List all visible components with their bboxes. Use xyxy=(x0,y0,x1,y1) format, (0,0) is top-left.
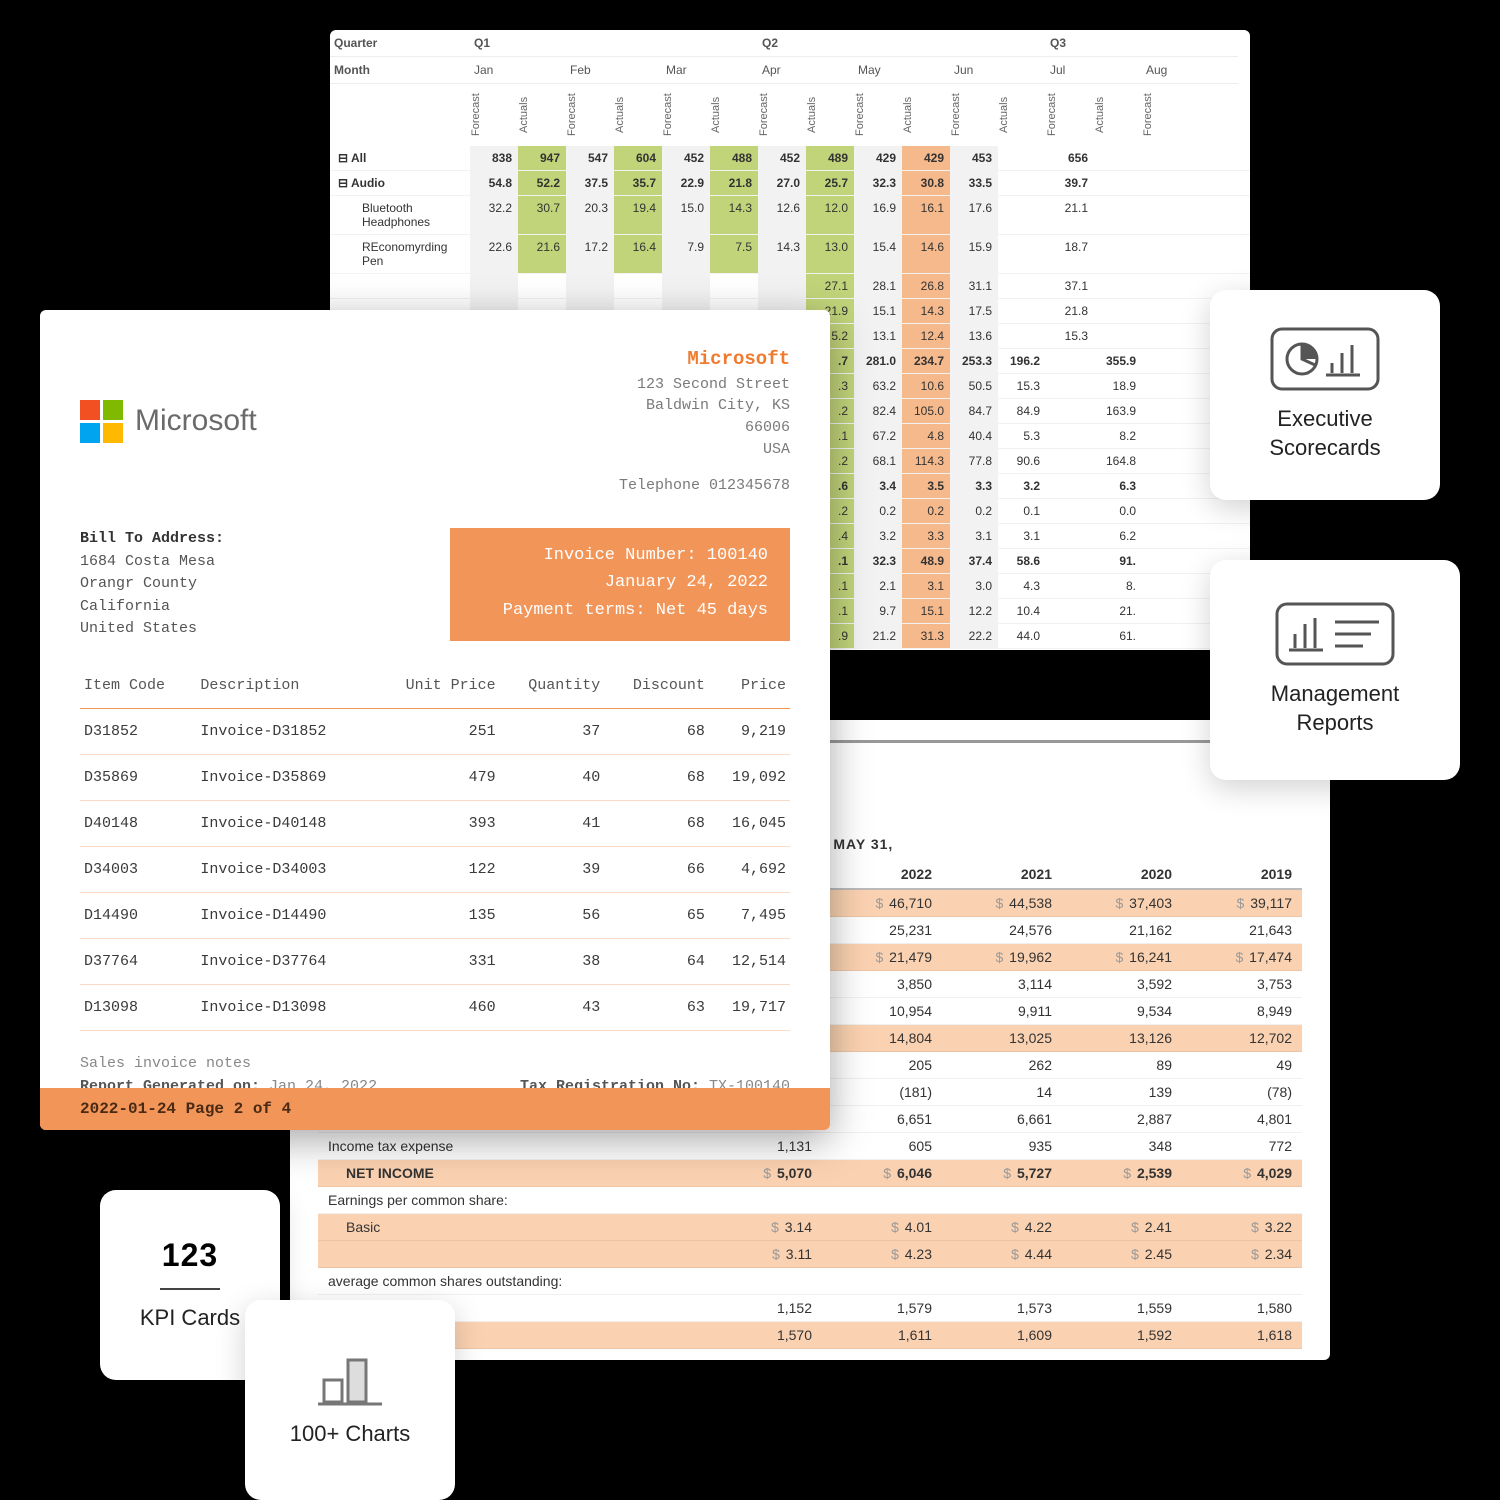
table-row: Earnings per common share: xyxy=(318,1187,1302,1214)
table-row: ⊟ All83894754760445248845248942942945365… xyxy=(330,146,1250,171)
microsoft-logo-icon xyxy=(80,400,123,443)
invoice-line-items: Item Code Description Unit Price Quantit… xyxy=(80,669,790,1031)
invoice-meta-box: Invoice Number: 100140 January 24, 2022 … xyxy=(450,528,790,641)
executive-scorecards-tile: Executive Scorecards xyxy=(1210,290,1440,500)
table-row: 1,5701,6111,6091,5921,618 xyxy=(318,1322,1302,1349)
month-label: Month xyxy=(330,57,470,84)
kpi-number: 123 xyxy=(162,1237,218,1274)
quarter-label: Quarter xyxy=(330,30,470,57)
table-row: REconomyrding Pen22.621.617.216.47.97.51… xyxy=(330,235,1250,274)
scorecard-icon xyxy=(1270,327,1380,391)
bill-to: Bill To Address: 1684 Costa Mesa Orangr … xyxy=(80,528,224,641)
microsoft-logo: Microsoft xyxy=(80,346,257,496)
table-row: $ 3.11$ 4.23$ 4.44$ 2.45$ 2.34 xyxy=(318,1241,1302,1268)
invoice: Microsoft Microsoft 123 Second Street Ba… xyxy=(40,310,830,1130)
management-reports-tile: Management Reports xyxy=(1210,560,1460,780)
table-row: D13098Invoice-D13098460436319,717 xyxy=(80,984,790,1030)
table-row: 1,1521,5791,5731,5591,580 xyxy=(318,1295,1302,1322)
table-row: average common shares outstanding: xyxy=(318,1268,1302,1295)
invoice-notes: Sales invoice notes xyxy=(80,1055,790,1072)
report-icon xyxy=(1275,602,1395,666)
bar-chart-icon xyxy=(318,1352,382,1406)
charts-tile: 100+ Charts xyxy=(245,1300,455,1500)
table-row: D40148Invoice-D40148393416816,045 xyxy=(80,800,790,846)
invoice-footer-bar: 2022-01-24 Page 2 of 4 xyxy=(40,1088,830,1130)
table-row: ⊟ Audio54.852.237.535.722.921.827.025.73… xyxy=(330,171,1250,196)
table-row: Bluetooth Headphones32.230.720.319.415.0… xyxy=(330,196,1250,235)
table-row: D34003Invoice-D3400312239664,692 xyxy=(80,846,790,892)
table-row: NET INCOME$ 5,070$ 6,046$ 5,727$ 2,539$ … xyxy=(318,1160,1302,1187)
table-row: 27.128.126.831.137.1 xyxy=(330,274,1250,299)
vendor-address: Microsoft 123 Second Street Baldwin City… xyxy=(619,346,790,496)
table-row: D37764Invoice-D37764331386412,514 xyxy=(80,938,790,984)
table-row: D35869Invoice-D35869479406819,092 xyxy=(80,754,790,800)
table-row: Basic$ 3.14$ 4.01$ 4.22$ 2.41$ 3.22 xyxy=(318,1214,1302,1241)
table-row: D31852Invoice-D3185225137689,219 xyxy=(80,708,790,754)
table-row: Income tax expense1,131605935348772 xyxy=(318,1133,1302,1160)
table-row: D14490Invoice-D1449013556657,495 xyxy=(80,892,790,938)
